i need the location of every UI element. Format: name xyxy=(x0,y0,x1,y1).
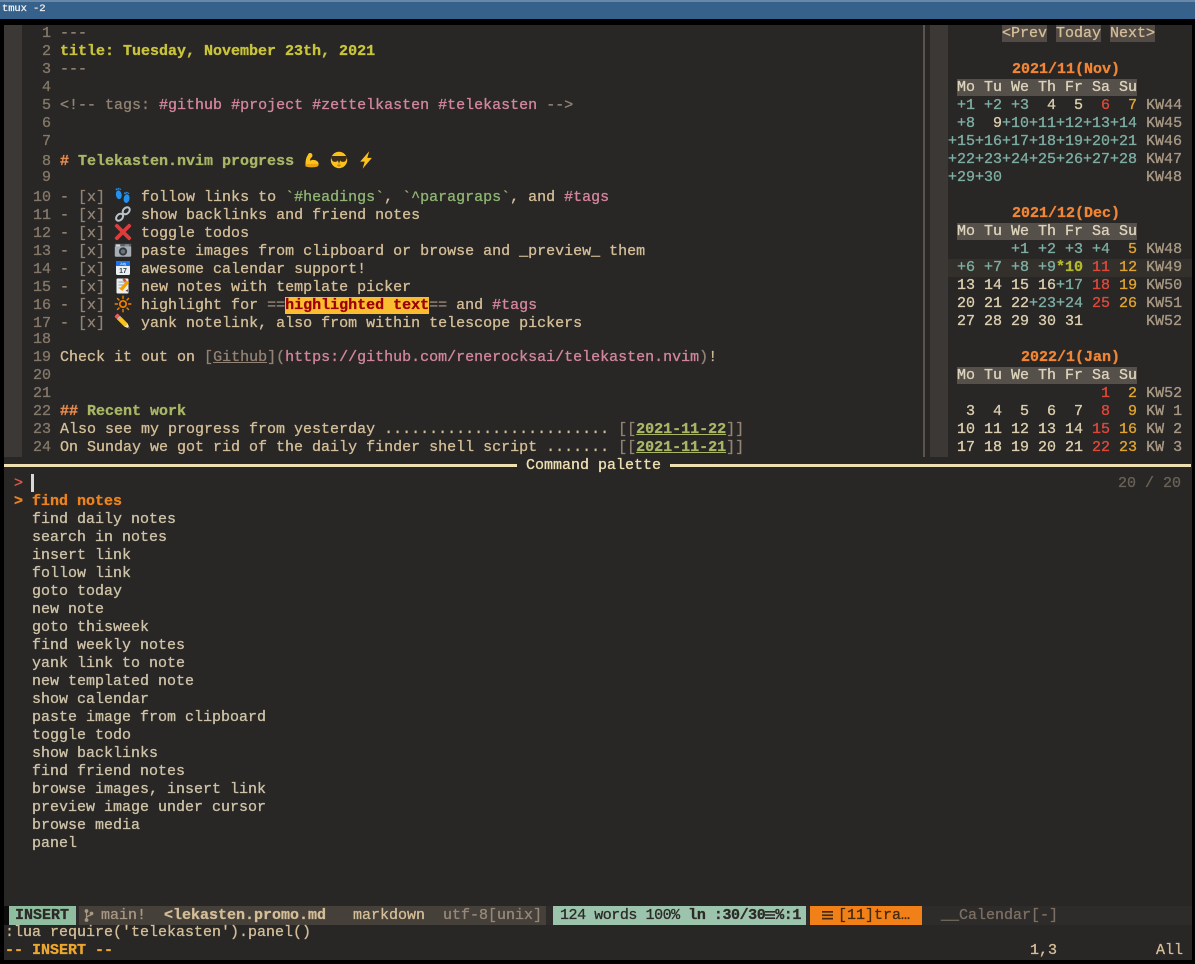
svg-text:July: July xyxy=(120,262,127,266)
svg-text:17: 17 xyxy=(119,268,127,275)
